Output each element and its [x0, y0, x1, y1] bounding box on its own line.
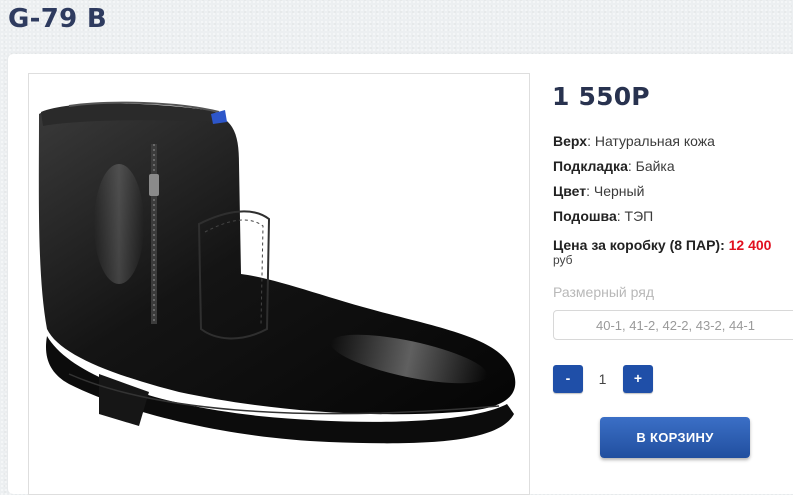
attribute-value: : Байка	[627, 158, 675, 174]
box-price: Цена за коробку (8 ПАР): 12 400 руб	[553, 237, 771, 267]
attribute-row-upper: Верх: Натуральная кожа	[553, 131, 715, 156]
boot-image	[38, 101, 516, 444]
size-range-select[interactable]: 40-1, 41-2, 42-2, 43-2, 44-1	[553, 310, 793, 340]
quantity-decrement-button[interactable]: -	[553, 365, 583, 393]
box-price-label: Цена за коробку (8 ПАР):	[553, 237, 729, 253]
attribute-row-sole: Подошва: ТЭП	[553, 206, 715, 231]
attribute-list: Верх: Натуральная кожа Подкладка: Байка …	[553, 131, 715, 231]
attribute-row-lining: Подкладка: Байка	[553, 156, 715, 181]
attribute-value: : Черный	[586, 183, 645, 199]
add-to-cart-button[interactable]: В КОРЗИНУ	[600, 417, 750, 458]
quantity-increment-button[interactable]: +	[623, 365, 653, 393]
product-price: 1 550Р	[552, 82, 650, 111]
product-photo[interactable]	[28, 73, 530, 495]
attribute-key: Подошва	[553, 208, 617, 224]
attribute-key: Верх	[553, 133, 588, 149]
page-title: G-79 B	[8, 4, 107, 34]
box-price-currency: руб	[553, 253, 573, 267]
attribute-value: : Натуральная кожа	[587, 133, 715, 149]
box-price-value: 12 400	[728, 237, 772, 253]
attribute-value: : ТЭП	[616, 208, 654, 224]
attribute-key: Цвет	[553, 183, 587, 199]
attribute-key: Подкладка	[553, 158, 628, 174]
size-range-label: Размерный ряд	[553, 284, 655, 300]
attribute-row-color: Цвет: Черный	[553, 181, 715, 206]
quantity-input[interactable]: 1	[585, 365, 620, 393]
